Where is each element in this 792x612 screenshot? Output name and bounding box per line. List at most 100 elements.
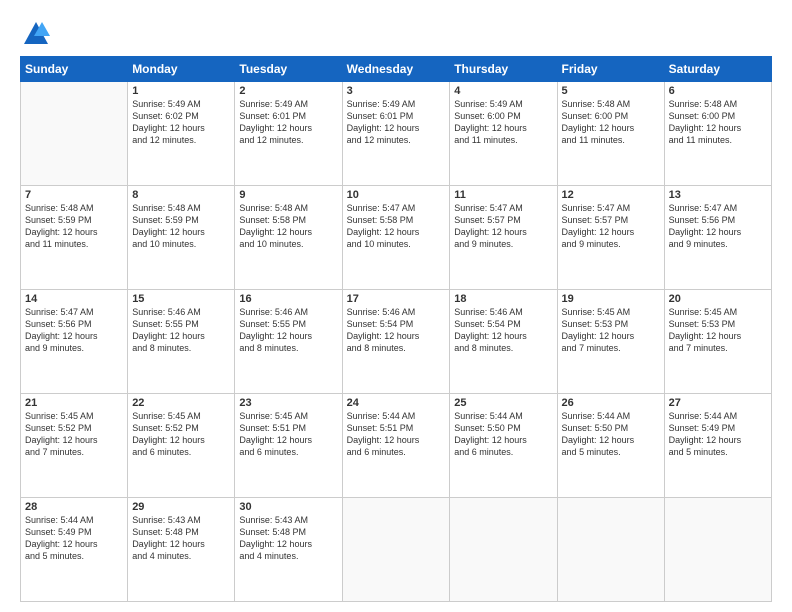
- day-cell: 20Sunrise: 5:45 AM Sunset: 5:53 PM Dayli…: [664, 290, 771, 394]
- weekday-header-monday: Monday: [128, 57, 235, 82]
- day-info: Sunrise: 5:43 AM Sunset: 5:48 PM Dayligh…: [132, 514, 230, 563]
- day-info: Sunrise: 5:47 AM Sunset: 5:57 PM Dayligh…: [562, 202, 660, 251]
- day-info: Sunrise: 5:45 AM Sunset: 5:53 PM Dayligh…: [669, 306, 767, 355]
- week-row-5: 28Sunrise: 5:44 AM Sunset: 5:49 PM Dayli…: [21, 498, 772, 602]
- day-number: 3: [347, 85, 446, 97]
- day-info: Sunrise: 5:47 AM Sunset: 5:56 PM Dayligh…: [25, 306, 123, 355]
- weekday-header-row: SundayMondayTuesdayWednesdayThursdayFrid…: [21, 57, 772, 82]
- day-cell: 19Sunrise: 5:45 AM Sunset: 5:53 PM Dayli…: [557, 290, 664, 394]
- day-number: 21: [25, 397, 123, 409]
- day-cell: 26Sunrise: 5:44 AM Sunset: 5:50 PM Dayli…: [557, 394, 664, 498]
- day-number: 22: [132, 397, 230, 409]
- day-info: Sunrise: 5:45 AM Sunset: 5:52 PM Dayligh…: [132, 410, 230, 459]
- day-info: Sunrise: 5:48 AM Sunset: 5:58 PM Dayligh…: [239, 202, 337, 251]
- day-number: 25: [454, 397, 552, 409]
- weekday-header-saturday: Saturday: [664, 57, 771, 82]
- day-cell: 24Sunrise: 5:44 AM Sunset: 5:51 PM Dayli…: [342, 394, 450, 498]
- day-number: 29: [132, 501, 230, 513]
- day-info: Sunrise: 5:44 AM Sunset: 5:49 PM Dayligh…: [25, 514, 123, 563]
- day-number: 26: [562, 397, 660, 409]
- day-cell: [450, 498, 557, 602]
- day-cell: 11Sunrise: 5:47 AM Sunset: 5:57 PM Dayli…: [450, 186, 557, 290]
- day-cell: 30Sunrise: 5:43 AM Sunset: 5:48 PM Dayli…: [235, 498, 342, 602]
- day-info: Sunrise: 5:46 AM Sunset: 5:54 PM Dayligh…: [347, 306, 446, 355]
- day-number: 1: [132, 85, 230, 97]
- day-info: Sunrise: 5:49 AM Sunset: 6:00 PM Dayligh…: [454, 98, 552, 147]
- day-cell: 4Sunrise: 5:49 AM Sunset: 6:00 PM Daylig…: [450, 82, 557, 186]
- day-cell: 18Sunrise: 5:46 AM Sunset: 5:54 PM Dayli…: [450, 290, 557, 394]
- day-info: Sunrise: 5:44 AM Sunset: 5:50 PM Dayligh…: [454, 410, 552, 459]
- day-number: 30: [239, 501, 337, 513]
- day-info: Sunrise: 5:49 AM Sunset: 6:01 PM Dayligh…: [239, 98, 337, 147]
- day-number: 2: [239, 85, 337, 97]
- day-info: Sunrise: 5:44 AM Sunset: 5:51 PM Dayligh…: [347, 410, 446, 459]
- day-cell: 8Sunrise: 5:48 AM Sunset: 5:59 PM Daylig…: [128, 186, 235, 290]
- day-info: Sunrise: 5:47 AM Sunset: 5:58 PM Dayligh…: [347, 202, 446, 251]
- weekday-header-tuesday: Tuesday: [235, 57, 342, 82]
- day-cell: 13Sunrise: 5:47 AM Sunset: 5:56 PM Dayli…: [664, 186, 771, 290]
- day-number: 24: [347, 397, 446, 409]
- day-number: 6: [669, 85, 767, 97]
- day-number: 4: [454, 85, 552, 97]
- day-cell: [557, 498, 664, 602]
- day-number: 23: [239, 397, 337, 409]
- weekday-header-thursday: Thursday: [450, 57, 557, 82]
- day-cell: 3Sunrise: 5:49 AM Sunset: 6:01 PM Daylig…: [342, 82, 450, 186]
- day-number: 20: [669, 293, 767, 305]
- day-cell: 14Sunrise: 5:47 AM Sunset: 5:56 PM Dayli…: [21, 290, 128, 394]
- day-cell: 2Sunrise: 5:49 AM Sunset: 6:01 PM Daylig…: [235, 82, 342, 186]
- day-number: 18: [454, 293, 552, 305]
- day-cell: 27Sunrise: 5:44 AM Sunset: 5:49 PM Dayli…: [664, 394, 771, 498]
- day-number: 9: [239, 189, 337, 201]
- day-info: Sunrise: 5:46 AM Sunset: 5:54 PM Dayligh…: [454, 306, 552, 355]
- day-number: 7: [25, 189, 123, 201]
- day-info: Sunrise: 5:45 AM Sunset: 5:52 PM Dayligh…: [25, 410, 123, 459]
- day-number: 19: [562, 293, 660, 305]
- day-number: 16: [239, 293, 337, 305]
- day-cell: 23Sunrise: 5:45 AM Sunset: 5:51 PM Dayli…: [235, 394, 342, 498]
- day-info: Sunrise: 5:49 AM Sunset: 6:01 PM Dayligh…: [347, 98, 446, 147]
- day-cell: 10Sunrise: 5:47 AM Sunset: 5:58 PM Dayli…: [342, 186, 450, 290]
- day-info: Sunrise: 5:47 AM Sunset: 5:56 PM Dayligh…: [669, 202, 767, 251]
- day-cell: 22Sunrise: 5:45 AM Sunset: 5:52 PM Dayli…: [128, 394, 235, 498]
- day-info: Sunrise: 5:46 AM Sunset: 5:55 PM Dayligh…: [239, 306, 337, 355]
- week-row-4: 21Sunrise: 5:45 AM Sunset: 5:52 PM Dayli…: [21, 394, 772, 498]
- page: SundayMondayTuesdayWednesdayThursdayFrid…: [0, 0, 792, 612]
- week-row-1: 1Sunrise: 5:49 AM Sunset: 6:02 PM Daylig…: [21, 82, 772, 186]
- logo: [20, 20, 50, 48]
- day-cell: 6Sunrise: 5:48 AM Sunset: 6:00 PM Daylig…: [664, 82, 771, 186]
- day-number: 27: [669, 397, 767, 409]
- day-cell: 21Sunrise: 5:45 AM Sunset: 5:52 PM Dayli…: [21, 394, 128, 498]
- logo-icon: [22, 20, 50, 48]
- day-number: 15: [132, 293, 230, 305]
- day-cell: 15Sunrise: 5:46 AM Sunset: 5:55 PM Dayli…: [128, 290, 235, 394]
- day-info: Sunrise: 5:48 AM Sunset: 5:59 PM Dayligh…: [25, 202, 123, 251]
- day-info: Sunrise: 5:43 AM Sunset: 5:48 PM Dayligh…: [239, 514, 337, 563]
- day-info: Sunrise: 5:44 AM Sunset: 5:49 PM Dayligh…: [669, 410, 767, 459]
- day-number: 11: [454, 189, 552, 201]
- day-cell: 16Sunrise: 5:46 AM Sunset: 5:55 PM Dayli…: [235, 290, 342, 394]
- day-cell: 17Sunrise: 5:46 AM Sunset: 5:54 PM Dayli…: [342, 290, 450, 394]
- day-number: 14: [25, 293, 123, 305]
- day-info: Sunrise: 5:48 AM Sunset: 5:59 PM Dayligh…: [132, 202, 230, 251]
- day-info: Sunrise: 5:48 AM Sunset: 6:00 PM Dayligh…: [669, 98, 767, 147]
- day-cell: 25Sunrise: 5:44 AM Sunset: 5:50 PM Dayli…: [450, 394, 557, 498]
- day-cell: 29Sunrise: 5:43 AM Sunset: 5:48 PM Dayli…: [128, 498, 235, 602]
- day-number: 13: [669, 189, 767, 201]
- day-info: Sunrise: 5:44 AM Sunset: 5:50 PM Dayligh…: [562, 410, 660, 459]
- day-number: 12: [562, 189, 660, 201]
- day-info: Sunrise: 5:46 AM Sunset: 5:55 PM Dayligh…: [132, 306, 230, 355]
- day-info: Sunrise: 5:49 AM Sunset: 6:02 PM Dayligh…: [132, 98, 230, 147]
- day-info: Sunrise: 5:47 AM Sunset: 5:57 PM Dayligh…: [454, 202, 552, 251]
- day-info: Sunrise: 5:45 AM Sunset: 5:53 PM Dayligh…: [562, 306, 660, 355]
- day-cell: [21, 82, 128, 186]
- day-cell: 7Sunrise: 5:48 AM Sunset: 5:59 PM Daylig…: [21, 186, 128, 290]
- day-cell: 9Sunrise: 5:48 AM Sunset: 5:58 PM Daylig…: [235, 186, 342, 290]
- weekday-header-friday: Friday: [557, 57, 664, 82]
- day-cell: 12Sunrise: 5:47 AM Sunset: 5:57 PM Dayli…: [557, 186, 664, 290]
- day-info: Sunrise: 5:45 AM Sunset: 5:51 PM Dayligh…: [239, 410, 337, 459]
- day-number: 28: [25, 501, 123, 513]
- day-number: 10: [347, 189, 446, 201]
- calendar: SundayMondayTuesdayWednesdayThursdayFrid…: [20, 56, 772, 602]
- day-number: 8: [132, 189, 230, 201]
